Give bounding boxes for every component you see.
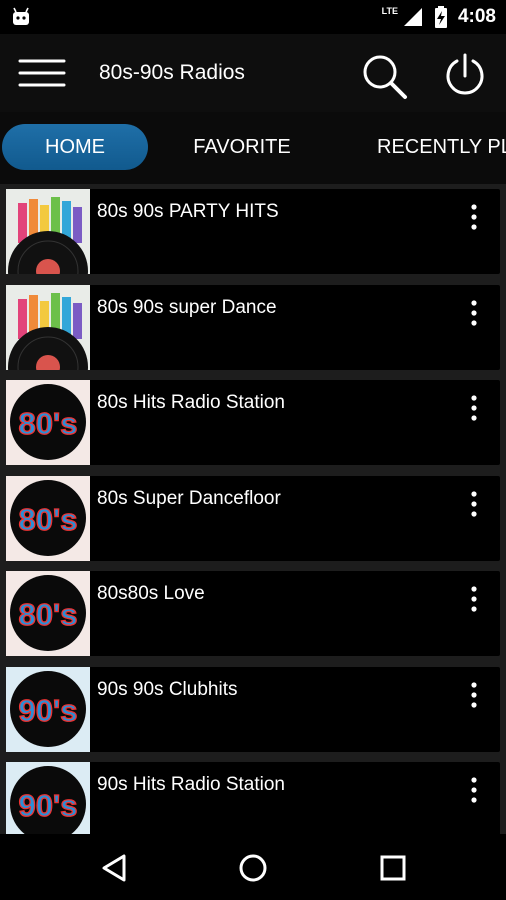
station-name: 90s 90s Clubhits [97,679,238,700]
logo-text: 80's [18,597,77,632]
more-options-icon[interactable] [464,585,484,613]
network-label: LTE [381,6,398,16]
station-row[interactable]: 90's 90s Hits Radio Station [6,762,500,834]
station-name: 80s Super Dancefloor [97,488,281,509]
station-list: 80s 90s PARTY HITS 80s 90s super Dance 8… [0,184,506,834]
equalizer-vinyl-logo [6,189,90,274]
station-name: 90s Hits Radio Station [97,774,285,795]
back-icon[interactable] [96,848,136,888]
station-name: 80s Hits Radio Station [97,392,285,413]
more-options-icon[interactable] [464,299,484,327]
equalizer-vinyl-logo [6,285,90,370]
station-name: 80s80s Love [97,583,205,604]
signal-icon [403,8,422,26]
battery-charging-icon [434,6,447,28]
tab-recently-played-label: RECENTLY PLAYED [377,135,506,158]
station-row[interactable]: 80s 90s super Dance [6,285,500,370]
logo-text: 90's [18,788,77,823]
80s-badge-logo: 80's [6,571,90,656]
logo-text: 90's [18,693,77,728]
80s-badge-logo: 80's [6,476,90,561]
station-row[interactable]: 80s 90s PARTY HITS [6,189,500,274]
menu-icon[interactable] [18,56,66,90]
more-options-icon[interactable] [464,681,484,709]
station-row[interactable]: 80's 80s80s Love [6,571,500,656]
station-name: 80s 90s PARTY HITS [97,201,279,222]
status-bar: LTE 4:08 [0,0,506,34]
90s-badge-logo: 90's [6,762,90,834]
tab-favorite-label: FAVORITE [193,135,291,158]
80s-badge-logo: 80's [6,380,90,465]
app-title: 80s-90s Radios [99,61,245,84]
android-notification-icon [13,7,29,25]
station-row[interactable]: 80's 80s Super Dancefloor [6,476,500,561]
more-options-icon[interactable] [464,203,484,231]
90s-badge-logo: 90's [6,667,90,752]
power-icon[interactable] [443,52,487,96]
app-bar: 80s-90s Radios [0,34,506,112]
logo-text: 80's [18,406,77,441]
recents-square-icon[interactable] [373,848,413,888]
more-options-icon[interactable] [464,490,484,518]
more-options-icon[interactable] [464,394,484,422]
station-row[interactable]: 90's 90s 90s Clubhits [6,667,500,752]
station-name: 80s 90s super Dance [97,297,277,318]
station-row[interactable]: 80's 80s Hits Radio Station [6,380,500,465]
tab-recently-played[interactable]: RECENTLY PLAYED [377,124,506,170]
logo-text: 80's [18,502,77,537]
tab-home[interactable]: HOME [2,124,148,170]
search-icon[interactable] [360,52,408,100]
system-nav-bar [0,834,506,900]
tab-favorite[interactable]: FAVORITE [182,124,302,170]
tab-bar: HOME FAVORITE RECENTLY PLAYED [0,112,506,184]
tab-home-label: HOME [45,135,105,158]
clock: 4:08 [457,6,496,27]
home-circle-icon[interactable] [233,848,273,888]
more-options-icon[interactable] [464,776,484,804]
